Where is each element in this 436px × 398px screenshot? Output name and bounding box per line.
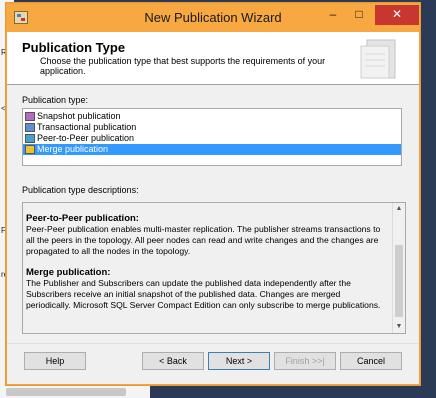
title-bar[interactable]: New Publication Wizard – □ ✕ bbox=[7, 4, 419, 32]
peer-icon bbox=[25, 134, 35, 143]
list-item-snapshot[interactable]: Snapshot publication bbox=[23, 111, 401, 122]
wizard-header: Publication Type Choose the publication … bbox=[7, 32, 419, 85]
publication-type-list[interactable]: Snapshot publication Transactional publi… bbox=[22, 108, 402, 166]
publication-type-label: Publication type: bbox=[22, 95, 89, 105]
button-separator bbox=[7, 343, 419, 344]
next-button[interactable]: Next > bbox=[208, 352, 270, 370]
wizard-banner-icon bbox=[360, 39, 396, 79]
cancel-button[interactable]: Cancel bbox=[340, 352, 402, 370]
page-title: Publication Type bbox=[22, 40, 126, 55]
finish-button[interactable]: Finish >>| bbox=[274, 352, 336, 370]
list-item-label: Merge publication bbox=[37, 144, 109, 154]
description-heading: Peer-to-Peer publication: bbox=[26, 213, 139, 224]
list-item-transactional[interactable]: Transactional publication bbox=[23, 122, 401, 133]
description-box[interactable]: Peer-to-Peer publication: Peer-Peer publ… bbox=[22, 202, 406, 334]
merge-icon bbox=[25, 145, 35, 154]
transactional-icon bbox=[25, 123, 35, 132]
description-text: Peer-Peer publication enables multi-mast… bbox=[26, 224, 381, 256]
background-scrollbar-area bbox=[0, 386, 150, 398]
list-item-label: Snapshot publication bbox=[37, 111, 121, 121]
list-item-label: Transactional publication bbox=[37, 122, 137, 132]
description-heading: Merge publication: bbox=[26, 267, 111, 278]
scrollbar-thumb[interactable] bbox=[395, 245, 403, 317]
minimize-button[interactable]: – bbox=[321, 5, 345, 25]
snapshot-icon bbox=[25, 112, 35, 121]
back-button[interactable]: < Back bbox=[142, 352, 204, 370]
background-text: < bbox=[1, 104, 6, 113]
background-scrollbar bbox=[6, 388, 126, 396]
description-text: The Publisher and Subscribers can update… bbox=[26, 278, 381, 310]
close-button[interactable]: ✕ bbox=[375, 5, 419, 25]
wizard-window: New Publication Wizard – □ ✕ Publication… bbox=[6, 3, 420, 385]
list-item-merge[interactable]: Merge publication bbox=[23, 144, 401, 155]
description-scrollbar[interactable]: ▲ ▼ bbox=[392, 203, 405, 333]
scroll-up-icon[interactable]: ▲ bbox=[393, 203, 405, 215]
page-description: Choose the publication type that best su… bbox=[40, 56, 326, 76]
list-item-peer-to-peer[interactable]: Peer-to-Peer publication bbox=[23, 133, 401, 144]
maximize-button[interactable]: □ bbox=[347, 5, 371, 25]
scroll-down-icon[interactable]: ▼ bbox=[393, 321, 405, 333]
help-button[interactable]: Help bbox=[24, 352, 86, 370]
list-item-label: Peer-to-Peer publication bbox=[37, 133, 135, 143]
descriptions-label: Publication type descriptions: bbox=[22, 185, 139, 195]
